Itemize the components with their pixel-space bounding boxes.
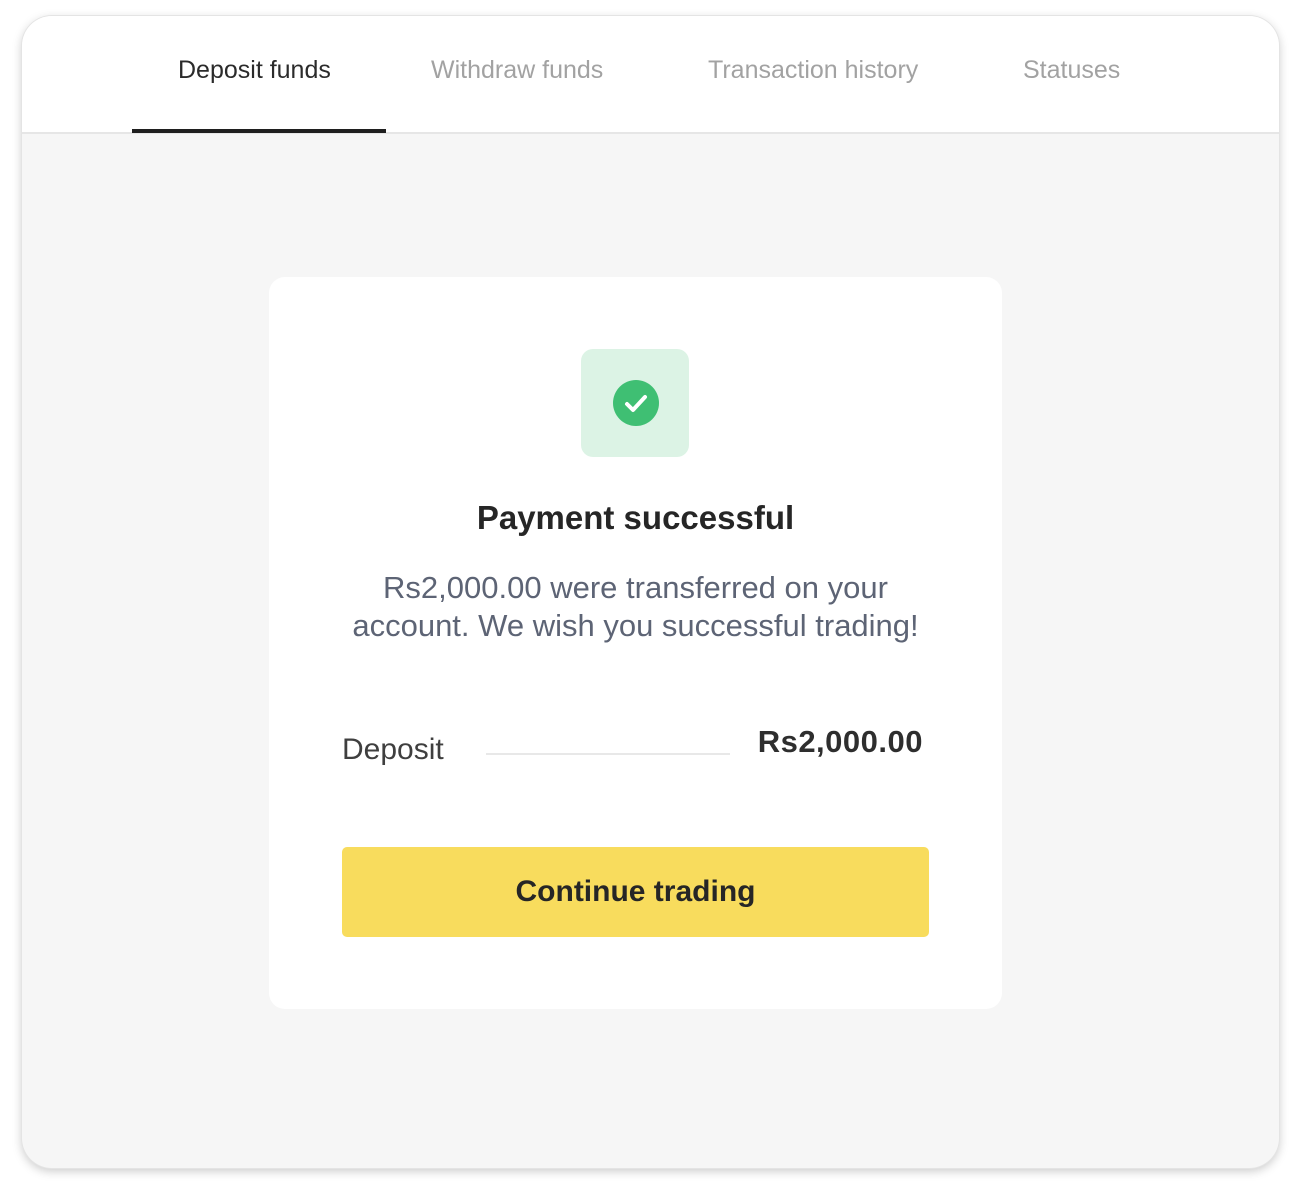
check-circle-icon xyxy=(613,380,659,426)
deposit-divider xyxy=(486,753,730,755)
tab-statuses[interactable]: Statuses xyxy=(1023,56,1120,85)
payment-success-card: Payment successful Rs2,000.00 were trans… xyxy=(269,277,1002,1009)
tab-withdraw-funds[interactable]: Withdraw funds xyxy=(431,56,603,85)
app-window: Deposit funds Withdraw funds Transaction… xyxy=(22,16,1279,1168)
success-icon-container xyxy=(581,349,689,457)
payment-status-title: Payment successful xyxy=(476,499,795,536)
active-tab-indicator xyxy=(132,129,386,133)
tab-deposit-funds[interactable]: Deposit funds xyxy=(178,56,331,85)
deposit-amount: Rs2,000.00 xyxy=(757,724,923,759)
deposit-label: Deposit xyxy=(342,733,444,766)
tab-transaction-history[interactable]: Transaction history xyxy=(708,56,918,85)
payment-status-message: Rs2,000.00 were transferred on your acco… xyxy=(352,570,919,643)
tab-bar: Deposit funds Withdraw funds Transaction… xyxy=(22,16,1279,134)
continue-trading-button[interactable]: Continue trading xyxy=(342,847,929,937)
